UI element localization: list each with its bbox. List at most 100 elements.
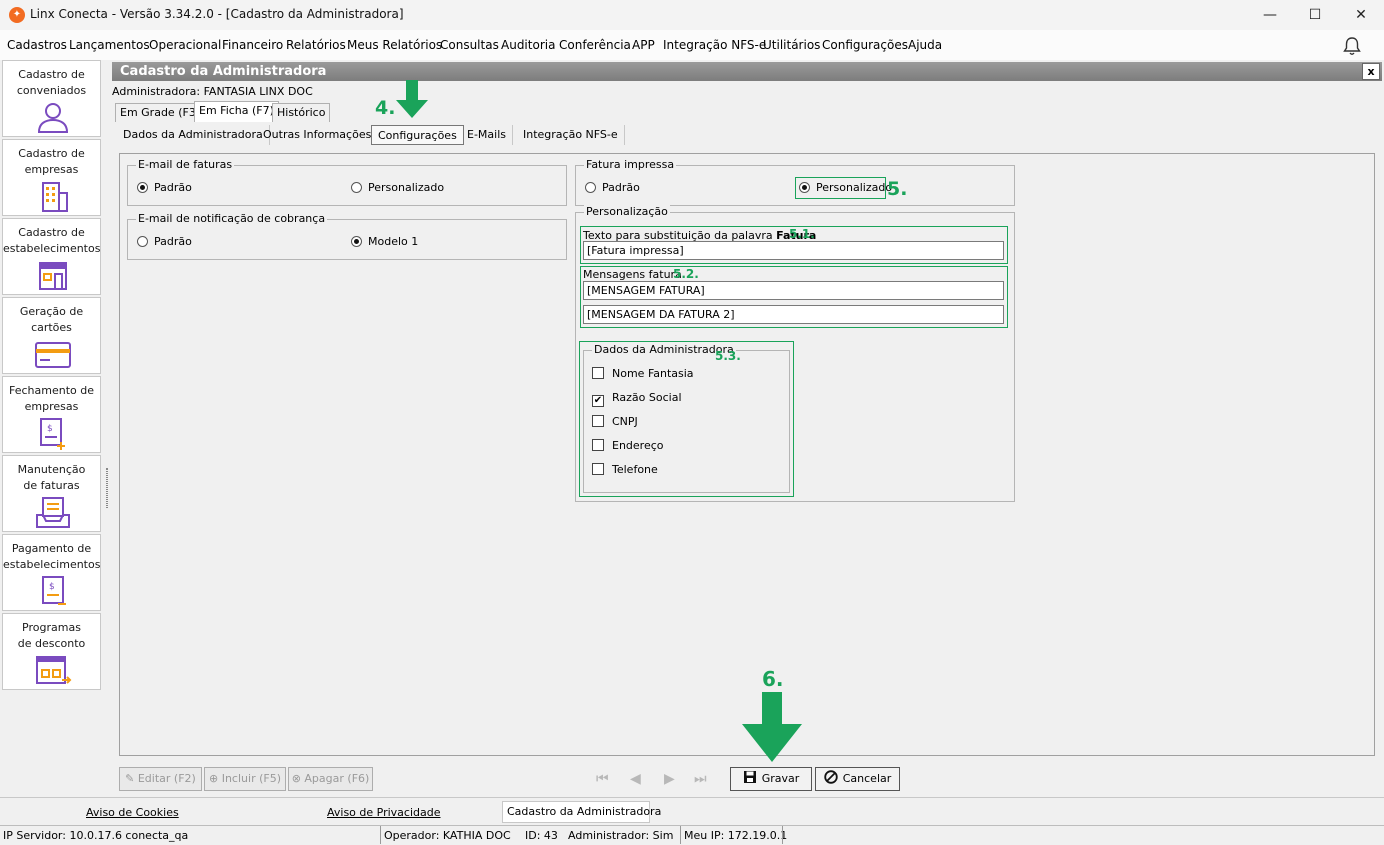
mensagem-fatura-2-input[interactable]: [MENSAGEM DA FATURA 2] [583,305,1004,324]
sidebar-item-fechamento[interactable]: Fechamento de empresas $ [2,376,101,453]
annotation-step-6: 6. [762,667,784,691]
bell-icon[interactable] [1341,35,1363,57]
user-icon [37,103,69,133]
status-administrador: Administrador: Sim [568,829,674,842]
tab-outras-informacoes[interactable]: Outras Informações [257,125,379,145]
sidebar-item-label: cartões [31,321,72,334]
aviso-privacidade-link[interactable]: Aviso de Privacidade [327,806,441,819]
email-faturas-padrao-radio[interactable]: Padrão [137,181,192,194]
sidebar: Cadastro de conveniados Cadastro de empres… [0,60,104,797]
sidebar-item-faturas[interactable]: Manutenção de faturas [2,455,101,532]
first-record-icon[interactable]: ⏮ [596,771,609,787]
mensagens-fatura-label: Mensagens fatura [583,268,682,281]
sidebar-item-conveniados[interactable]: Cadastro de conveniados [2,60,101,137]
menu-auditoria[interactable]: Auditoria [501,38,555,52]
apagar-button[interactable]: ⊗ Apagar (F6) [288,767,373,791]
previous-record-icon[interactable]: ◀ [630,771,641,787]
menu-financeiro[interactable]: Financeiro [222,38,283,52]
svg-text:$: $ [47,424,53,434]
mensagem-fatura-1-input[interactable]: [MENSAGEM FATURA] [583,281,1004,300]
group-title: Fatura impressa [584,158,677,171]
status-separator [380,826,381,844]
open-window-tab[interactable]: Cadastro da Administradora [502,801,661,823]
menu-operacional[interactable]: Operacional [149,38,221,52]
tab-em-ficha[interactable]: Em Ficha (F7) [194,101,279,122]
payment-doc-icon: $ [42,576,66,605]
form-close-button[interactable]: x [1362,63,1380,80]
texto-substituicao-input[interactable]: [Fatura impressa] [583,241,1004,260]
cancelar-button[interactable]: Cancelar [815,767,900,791]
building-icon [42,182,68,212]
sidebar-item-label: estabelecimentos [3,242,101,255]
close-window-button[interactable]: ✕ [1338,0,1384,30]
tab-emails[interactable]: E-Mails [461,125,513,145]
sidebar-item-label: empresas [24,163,79,176]
status-separator [782,826,783,844]
menu-app[interactable]: APP [632,38,655,52]
menu-conferencia[interactable]: Conferência [559,38,631,52]
endereco-checkbox[interactable]: Endereço [592,439,664,452]
telefone-checkbox[interactable]: Telefone [592,463,658,476]
sidebar-item-label: Geração de [19,305,84,318]
sidebar-item-programas[interactable]: Programas de desconto [2,613,101,690]
sidebar-item-pagamento[interactable]: Pagamento de estabelecimentos $ [2,534,101,611]
status-separator [680,826,681,844]
incluir-button[interactable]: ⊕ Incluir (F5) [204,767,286,791]
discount-program-icon [36,656,72,684]
sidebar-item-label: Fechamento de [9,384,94,397]
menu-configuracoes[interactable]: Configurações [822,38,908,52]
next-record-icon[interactable]: ▶ [664,771,675,787]
sidebar-item-label: de faturas [23,479,80,492]
email-cobranca-modelo1-radio[interactable]: Modelo 1 [351,235,418,248]
status-id: ID: 43 [525,829,558,842]
menu-consultas[interactable]: Consultas [440,38,499,52]
inbox-tray-icon [36,497,70,528]
tab-configuracoes[interactable]: Configurações [371,125,464,145]
menu-lancamentos[interactable]: Lançamentos [69,38,150,52]
group-title: Personalização [584,205,670,218]
arrow-down-icon [742,692,802,762]
annotation-step-5: 5. [887,178,908,200]
cancel-icon [824,770,838,784]
last-record-icon[interactable]: ⏭ [694,771,707,787]
aviso-cookies-link[interactable]: Aviso de Cookies [86,806,179,819]
sidebar-item-empresas[interactable]: Cadastro de empresas [2,139,101,216]
sidebar-item-label: empresas [24,400,79,413]
razao-social-checkbox[interactable]: ✔ Razão Social [592,391,682,407]
menu-meus-relatorios[interactable]: Meus Relatórios [347,38,442,52]
menu-integracao-nfse[interactable]: Integração NFS-e [663,38,766,52]
menu-utilitarios[interactable]: Utilitários [763,38,820,52]
invoice-add-icon: $ [40,418,65,450]
annotation-step-5-1: 5.1. [789,227,815,241]
editar-button[interactable]: ✎ Editar (F2) [119,767,202,791]
sidebar-item-cartoes[interactable]: Geração de cartões [2,297,101,374]
app-logo-icon: ✦ [9,7,25,23]
sidebar-item-label: Pagamento de [11,542,92,555]
menu-cadastros[interactable]: Cadastros [7,38,67,52]
cnpj-checkbox[interactable]: CNPJ [592,415,638,428]
menu-ajuda[interactable]: Ajuda [908,38,942,52]
annotation-step-4: 4. [375,97,396,119]
minimize-button[interactable]: — [1247,0,1293,30]
tab-historico[interactable]: Histórico [272,103,331,122]
group-title: E-mail de faturas [136,158,235,171]
splitter-grip [106,468,108,508]
maximize-button[interactable]: ☐ [1292,0,1338,30]
tab-em-grade[interactable]: Em Grade (F3) [115,103,206,122]
gravar-button[interactable]: Gravar [730,767,812,791]
email-faturas-group: E-mail de faturas [127,158,567,206]
title-bar: ✦ Linx Conecta - Versão 3.34.2.0 - [Cada… [0,0,1384,30]
menu-relatorios[interactable]: Relatórios [286,38,346,52]
email-faturas-personalizado-radio[interactable]: Personalizado [351,181,444,194]
email-cobranca-padrao-radio[interactable]: Padrão [137,235,192,248]
annotation-step-5-3: 5.3. [715,349,741,363]
sidebar-item-estabelecimentos[interactable]: Cadastro de estabelecimentos [2,218,101,295]
fatura-impressa-padrao-radio[interactable]: Padrão [585,181,640,194]
svg-text:$: $ [49,582,55,592]
sidebar-item-label: Manutenção [17,463,86,476]
save-icon [743,771,756,783]
tab-integracao-nfse[interactable]: Integração NFS-e [517,125,625,145]
fatura-impressa-personalizado-radio[interactable]: Personalizado [799,181,892,194]
tab-dados-administradora[interactable]: Dados da Administradora [117,125,270,145]
nome-fantasia-checkbox[interactable]: Nome Fantasia [592,367,694,380]
